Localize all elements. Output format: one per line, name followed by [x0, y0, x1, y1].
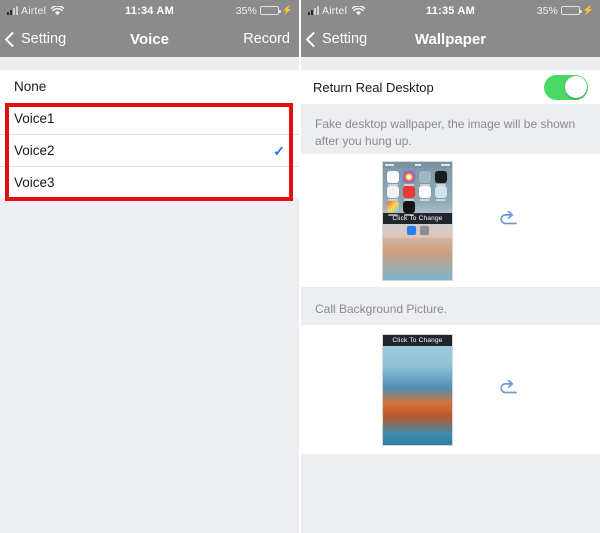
app-icon-health [419, 185, 431, 201]
desktop-thumb-area: Click To Change [301, 154, 600, 287]
left-top-spacer [0, 57, 299, 70]
callbg-thumb-area: Click To Change [301, 325, 600, 454]
app-icon-wallet [435, 170, 447, 186]
right-nav-bar: Setting Wallpaper [301, 21, 600, 57]
list-item-label: Voice2 [14, 143, 55, 158]
app-icon-news [403, 185, 415, 201]
list-item-label: Voice1 [14, 110, 55, 126]
voice-list: Voice1 Voice2 ✓ Voice3 [0, 102, 299, 198]
none-section: None [0, 70, 299, 102]
list-item-voice3[interactable]: Voice3 [0, 166, 299, 198]
list-item-voice2[interactable]: Voice2 ✓ [0, 134, 299, 166]
left-phone-screen: Airtel 11:34 AM 35% ⚡ Setting Voice Reco… [0, 0, 299, 533]
thumb-dock [383, 223, 452, 238]
right-status-bar: Airtel 11:35 AM 35% ⚡ [301, 0, 600, 21]
right-top-spacer [301, 57, 600, 70]
dock-icon-settings [419, 226, 429, 235]
right-phone-screen: Airtel 11:35 AM 35% ⚡ Setting Wallpaper … [301, 0, 600, 533]
app-icon-photos [403, 170, 415, 186]
left-nav-bar: Setting Voice Record [0, 21, 299, 57]
checkmark-icon: ✓ [273, 142, 285, 159]
back-button[interactable]: Setting [301, 31, 367, 47]
return-real-desktop-toggle[interactable] [544, 74, 588, 100]
back-button-label: Setting [21, 31, 67, 47]
right-bottom-spacer [301, 454, 600, 516]
return-real-desktop-label: Return Real Desktop [313, 79, 434, 95]
desktop-thumb-inner: Click To Change [382, 160, 519, 281]
reset-desktop-wallpaper-icon[interactable] [497, 210, 519, 232]
list-item-label: Voice3 [14, 175, 55, 190]
app-icon-camera [419, 170, 431, 186]
dual-screenshot-container: Airtel 11:34 AM 35% ⚡ Setting Voice Reco… [0, 0, 600, 533]
left-bottom-spacer [0, 198, 299, 530]
app-icon-watch [403, 200, 415, 216]
app-icon-notes [435, 185, 447, 201]
clock-label: 11:34 AM [125, 4, 174, 17]
click-to-change-band[interactable]: Click To Change [383, 334, 452, 346]
battery-icon [259, 6, 281, 15]
list-item-none[interactable]: None [0, 70, 299, 102]
chevron-left-icon [305, 31, 322, 47]
dock-icon-messages [406, 226, 416, 235]
battery-icon [560, 6, 582, 15]
back-button-label: Setting [322, 31, 368, 47]
record-button[interactable]: Record [243, 31, 299, 47]
app-icon-weather [387, 185, 399, 201]
toggle-knob [565, 76, 587, 98]
callbg-thumb-inner: Click To Change [382, 333, 519, 446]
app-icon-itunes [387, 200, 399, 216]
left-status-bar: Airtel 11:34 AM 35% ⚡ [0, 0, 299, 21]
back-button[interactable]: Setting [0, 31, 66, 47]
thumb-icon-grid [383, 168, 452, 216]
fake-desktop-note: Fake desktop wallpaper, the image will b… [301, 104, 600, 154]
list-item-voice1[interactable]: Voice1 [0, 102, 299, 134]
reset-call-background-icon[interactable] [497, 379, 519, 401]
call-background-thumbnail[interactable]: Click To Change [382, 333, 453, 446]
chevron-left-icon [4, 31, 21, 47]
clock-label: 11:35 AM [426, 4, 475, 17]
list-item-label: None [14, 78, 47, 94]
desktop-wallpaper-thumbnail[interactable]: Click To Change [382, 160, 453, 281]
call-background-note: Call Background Picture. [301, 287, 600, 325]
app-icon-calendar [387, 170, 399, 186]
return-real-desktop-row: Return Real Desktop [301, 70, 600, 104]
